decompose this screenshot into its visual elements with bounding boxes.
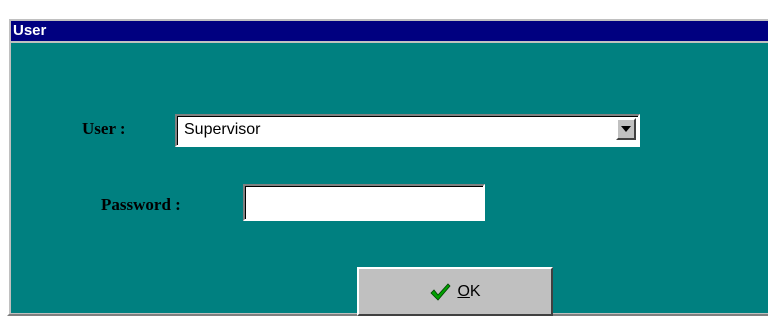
user-select[interactable]: Supervisor [175, 114, 640, 147]
user-select-dropdown-button[interactable] [616, 118, 636, 140]
password-label: Password : [101, 195, 181, 214]
window-title: User [13, 22, 47, 39]
chevron-down-icon [621, 126, 631, 132]
user-dialog: User User : Supervisor Password : OK [7, 17, 768, 316]
check-icon [430, 282, 451, 301]
password-field[interactable] [243, 184, 485, 221]
user-label: User : [82, 119, 126, 138]
title-bar[interactable]: User [11, 21, 768, 41]
ok-button-label: OK [457, 282, 481, 300]
ok-button[interactable]: OK [357, 267, 553, 316]
user-select-value: Supervisor [184, 121, 261, 138]
dialog-body: User : Supervisor Password : OK [11, 43, 768, 316]
